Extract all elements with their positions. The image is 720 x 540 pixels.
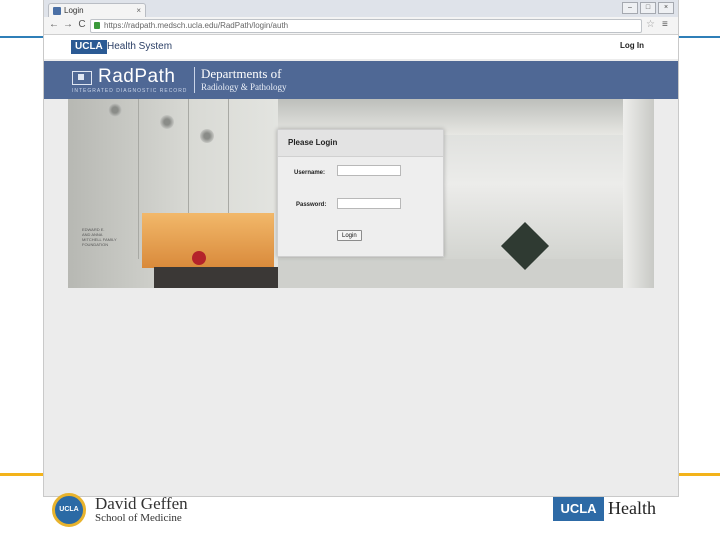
- back-arrow-icon[interactable]: ←: [48, 19, 60, 31]
- flowers: [192, 251, 206, 265]
- login-button[interactable]: Login: [337, 230, 362, 241]
- wood-panel: [142, 213, 274, 268]
- tab-title: Login: [64, 6, 84, 15]
- browser-tab[interactable]: Login ×: [48, 3, 146, 18]
- minimize-button[interactable]: –: [622, 2, 638, 14]
- browser-menu-icon[interactable]: ≡: [662, 19, 668, 31]
- favicon-icon: [53, 7, 61, 15]
- ucla-logo[interactable]: UCLA: [71, 40, 107, 54]
- radpath-title: RadPath: [98, 66, 176, 87]
- password-input[interactable]: [337, 198, 401, 209]
- page-content: UCLA Health System Log In RadPath INTEGR…: [44, 35, 678, 496]
- close-window-button[interactable]: ×: [658, 2, 674, 14]
- wall-seam: [188, 99, 189, 219]
- forward-arrow-icon[interactable]: →: [62, 19, 74, 31]
- foundation-sign: EDWARD E. AND ANNA MITCHELL FAMILY FOUND…: [82, 227, 117, 247]
- banner-divider: [194, 67, 195, 93]
- wall-seam: [138, 99, 139, 259]
- tab-bar: Login × – □ ×: [44, 0, 678, 18]
- geffen-subtitle: School of Medicine: [95, 512, 182, 524]
- wall-lamp-icon: [160, 115, 174, 129]
- radpath-banner: RadPath INTEGRATED DIAGNOSTIC RECORD Dep…: [44, 61, 678, 99]
- geffen-title: David Geffen: [95, 494, 188, 513]
- ucla-seal-logo: UCLA: [52, 493, 86, 527]
- browser-window: Login × – □ × ← → C https://radpath.meds…: [44, 0, 678, 496]
- wall-lamp-icon: [200, 129, 214, 143]
- maximize-button[interactable]: □: [640, 2, 656, 14]
- address-bar[interactable]: https://radpath.medsch.ucla.edu/RadPath/…: [90, 19, 642, 33]
- reload-icon[interactable]: C: [76, 19, 88, 31]
- sign-line: FOUNDATION: [82, 242, 109, 247]
- seal-text: UCLA: [59, 506, 79, 513]
- password-label: Password:: [296, 202, 327, 208]
- site-header: UCLA Health System Log In: [44, 35, 678, 59]
- lock-icon: [94, 22, 100, 29]
- login-dialog-header: Please Login: [278, 130, 443, 157]
- header-login-link[interactable]: Log In: [620, 41, 644, 50]
- wall-seam: [228, 99, 229, 219]
- ucla-health-badge: UCLA: [553, 497, 604, 521]
- username-input[interactable]: [337, 165, 401, 176]
- login-title: Please Login: [288, 138, 338, 147]
- radpath-subtitle: INTEGRATED DIAGNOSTIC RECORD: [72, 88, 188, 94]
- photo-column: [623, 99, 654, 288]
- ucla-health-word: Health: [608, 498, 656, 518]
- departments-subtitle: Radiology & Pathology: [201, 82, 287, 92]
- username-label: Username:: [294, 170, 326, 176]
- tab-close-icon[interactable]: ×: [136, 4, 141, 18]
- login-dialog: Please Login Username: Password: Login: [277, 129, 444, 257]
- radpath-logo-icon: [72, 71, 92, 85]
- bookmark-star-icon[interactable]: ☆: [646, 19, 655, 31]
- window-controls: – □ ×: [622, 2, 674, 14]
- wall-lamp-icon: [108, 103, 122, 117]
- departments-title: Departments of: [201, 66, 282, 81]
- browser-toolbar: ← → C https://radpath.medsch.ucla.edu/Ra…: [44, 17, 678, 35]
- photo-floor: [278, 259, 654, 288]
- address-url: https://radpath.medsch.ucla.edu/RadPath/…: [104, 21, 289, 30]
- health-system-label: Health System: [107, 41, 173, 52]
